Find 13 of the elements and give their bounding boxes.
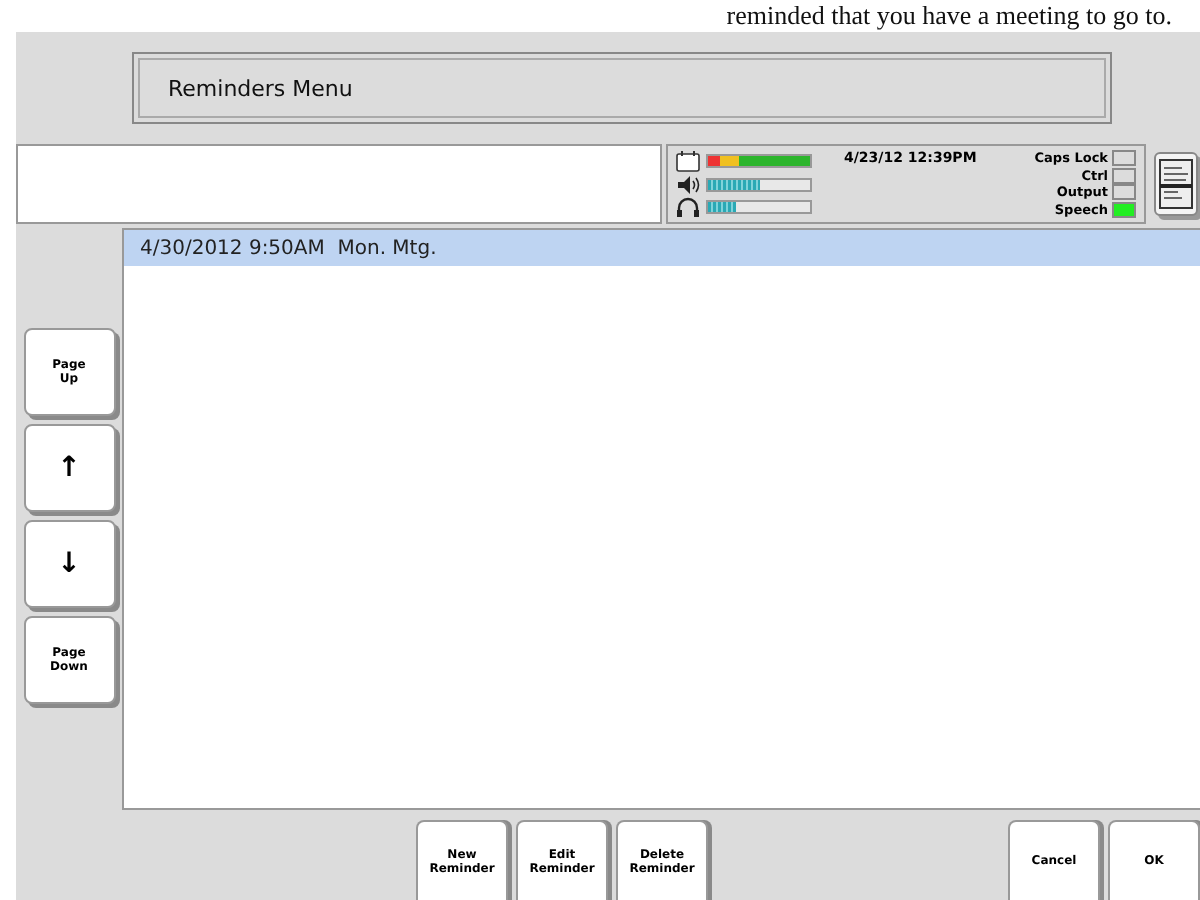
input-field[interactable] [16,144,662,224]
notes-icon-button[interactable] [1154,152,1198,216]
arrow-key-button[interactable]: ↓ [23,520,115,608]
level-meter [706,177,812,191]
arrow-key-button[interactable]: ↑ [23,424,115,512]
level-meter [706,154,812,168]
document-text: reminded that you have a meeting to go to. [726,0,1172,32]
speaker-icon [676,173,700,195]
headphones-icon [676,196,700,218]
menu-title: Reminders Menu [132,52,1112,124]
calendar-icon [676,150,700,172]
level-meter [706,200,812,214]
reminder-item[interactable]: 4/30/2012 9:50AM Mon. Mtg. [124,230,1200,266]
